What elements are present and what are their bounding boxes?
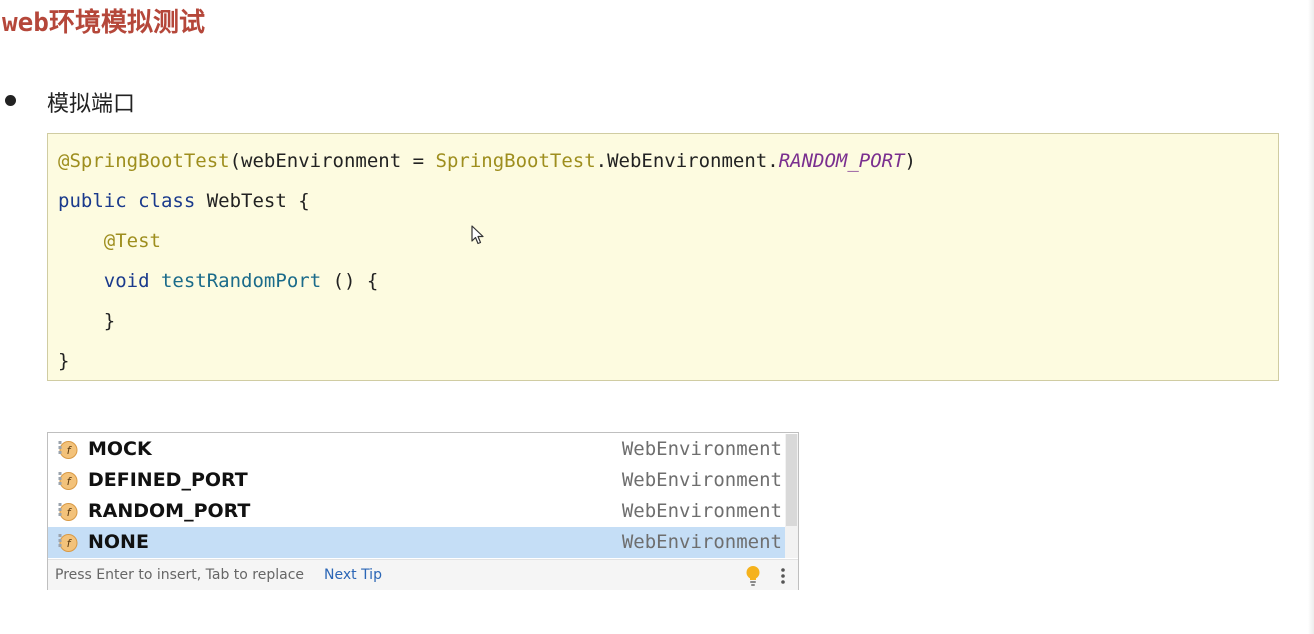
scrollbar-thumb[interactable] bbox=[786, 434, 797, 526]
popup-footer: Press Enter to insert, Tab to replace Ne… bbox=[48, 559, 798, 590]
code-text: () { bbox=[321, 270, 379, 292]
code-line-5: } bbox=[58, 306, 115, 336]
completion-item-label: NONE bbox=[88, 531, 149, 553]
completion-item-label: MOCK bbox=[88, 438, 152, 460]
annotation-springboottest: @SpringBootTest bbox=[58, 150, 230, 172]
field-icon: f bbox=[58, 441, 78, 459]
next-tip-link[interactable]: Next Tip bbox=[324, 560, 382, 590]
lightbulb-icon[interactable] bbox=[745, 565, 761, 587]
code-line-6: } bbox=[58, 346, 69, 376]
completion-list: f MOCK WebEnvironment f DEFINED_PORT WebEnvir… bbox=[48, 434, 786, 558]
code-block[interactable]: @SpringBootTest(webEnvironment = SpringB… bbox=[47, 133, 1279, 381]
completion-item[interactable]: f NONE WebEnvironment bbox=[48, 527, 786, 558]
field-icon: f bbox=[58, 503, 78, 521]
completion-item-type: WebEnvironment bbox=[621, 500, 782, 522]
method-name: testRandomPort bbox=[160, 270, 322, 292]
completion-item-type: WebEnvironment bbox=[621, 531, 782, 553]
completion-item[interactable]: f RANDOM_PORT WebEnvironment bbox=[48, 496, 786, 527]
keyword: class bbox=[138, 190, 196, 212]
completion-item-type: WebEnvironment bbox=[621, 469, 782, 491]
code-line-2: public class WebTest { bbox=[58, 186, 310, 216]
completion-item-label: DEFINED_PORT bbox=[88, 469, 248, 491]
more-options-icon[interactable] bbox=[778, 566, 788, 586]
code-text: (webEnvironment = bbox=[229, 150, 436, 172]
closing-brace: } bbox=[103, 310, 116, 332]
code-line-4: void testRandomPort () { bbox=[58, 266, 379, 296]
code-line-1: @SpringBootTest(webEnvironment = SpringB… bbox=[58, 146, 916, 176]
class-name: WebTest { bbox=[195, 190, 310, 212]
footer-hint: Press Enter to insert, Tab to replace bbox=[55, 567, 305, 583]
bullet-label: 模拟端口 bbox=[47, 92, 136, 117]
keyword: void bbox=[103, 270, 150, 292]
field-icon: f bbox=[58, 472, 78, 490]
keyword: public bbox=[58, 190, 127, 212]
code-text: .WebEnvironment. bbox=[595, 150, 779, 172]
class-reference: SpringBootTest bbox=[435, 150, 596, 172]
code-text: ) bbox=[904, 150, 916, 172]
mouse-cursor-icon bbox=[471, 225, 484, 245]
code-line-3: @Test bbox=[58, 226, 161, 256]
completion-item-type: WebEnvironment bbox=[621, 438, 782, 460]
completion-item[interactable]: f DEFINED_PORT WebEnvironment bbox=[48, 465, 786, 496]
field-icon: f bbox=[58, 534, 78, 552]
window-edge bbox=[1308, 0, 1314, 634]
annotation-test: @Test bbox=[103, 230, 161, 252]
popup-scrollbar[interactable] bbox=[785, 434, 798, 558]
completion-item[interactable]: f MOCK WebEnvironment bbox=[48, 434, 786, 465]
completion-item-label: RANDOM_PORT bbox=[88, 500, 251, 522]
closing-brace: } bbox=[58, 350, 70, 372]
bullet-dot bbox=[5, 95, 16, 106]
enum-constant: RANDOM_PORT bbox=[778, 150, 905, 172]
autocomplete-popup: f MOCK WebEnvironment f DEFINED_PORT WebEnvir… bbox=[47, 432, 799, 590]
page-title: web环境模拟测试 bbox=[2, 8, 205, 38]
